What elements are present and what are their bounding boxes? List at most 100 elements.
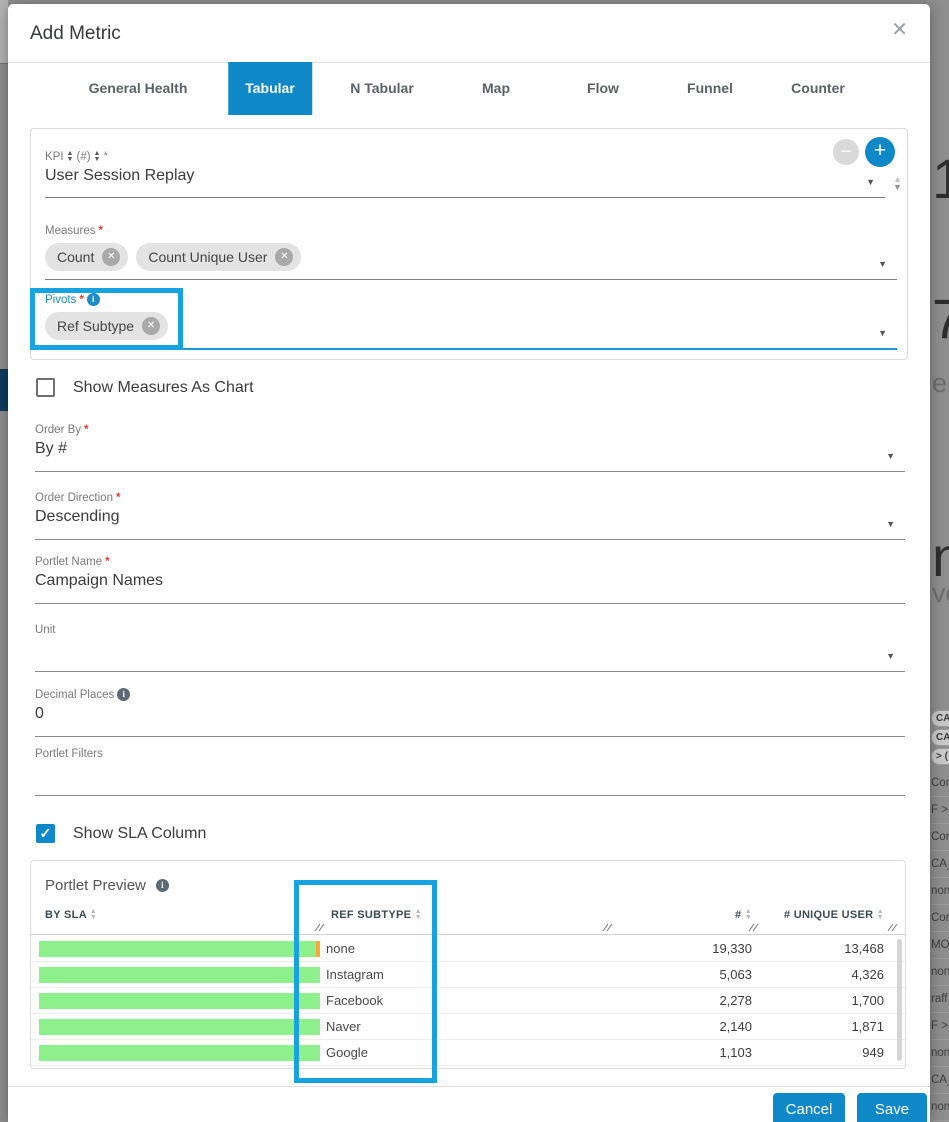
chevron-down-icon[interactable]: ▼ (878, 328, 887, 338)
portlet-filters-input[interactable]: Portlet Filters (35, 748, 905, 796)
sort-updown-icon: ▲▼ (94, 151, 101, 163)
background-list-fragment: none (931, 1094, 949, 1121)
order-by-label: Order By* (35, 424, 905, 436)
background-list-fragment: none (931, 878, 949, 905)
decimal-places-value: 0 (35, 705, 905, 727)
background-list-fragment: F > (931, 797, 949, 824)
count-cell: 1,103 (719, 1045, 752, 1060)
background-header-fragment (0, 0, 8, 64)
tab-general-health[interactable]: General Health (89, 62, 188, 115)
kpi-label: KPI ▲▼ (#) ▲▼ * (45, 151, 885, 163)
order-by-value: By # (35, 440, 905, 462)
portlet-preview-title: Portlet Preview i (45, 877, 169, 894)
chip-label: Count Unique User (148, 249, 267, 265)
background-chip: CA (931, 729, 949, 746)
pivots-highlight-box (30, 288, 183, 350)
portlet-name-value: Campaign Names (35, 572, 905, 594)
count-cell: 2,278 (719, 993, 752, 1008)
show-sla-column-checkbox[interactable]: ✓ Show SLA Column (36, 824, 206, 843)
scrollbar-thumb[interactable] (897, 939, 902, 1061)
tab-n-tabular[interactable]: N Tabular (350, 62, 414, 115)
background-text-fragment: e (932, 368, 947, 399)
count-cell: 19,330 (712, 941, 752, 956)
unit-value (35, 640, 905, 662)
dimmed-background-right: 1 7 e n vo CA CA > ( ConvF >ConvCA_noneC… (930, 0, 949, 1122)
tab-funnel[interactable]: Funnel (687, 62, 733, 115)
sort-desc-icon[interactable]: ▲▼ (745, 909, 752, 921)
column-resize-handle-icon[interactable] (887, 923, 899, 932)
dimmed-background-left (0, 0, 8, 1122)
screen: 1 7 e n vo CA CA > ( ConvF >ConvCA_noneC… (0, 0, 949, 1122)
kpi-reorder-spinner-icon[interactable]: ▲▼ (893, 175, 902, 191)
background-number-fragment: 1 (932, 146, 949, 211)
chevron-down-icon[interactable]: ▼ (886, 651, 895, 661)
column-header-count[interactable]: # ▲▼ (735, 909, 752, 921)
measure-chip[interactable]: Count Unique User ✕ (136, 243, 301, 271)
unique-user-cell: 13,468 (844, 941, 884, 956)
sort-updown-icon: ▲▼ (67, 151, 74, 163)
background-list-fragment: CA_ (931, 851, 949, 878)
count-cell: 5,063 (719, 967, 752, 982)
tab-tabular[interactable]: Tabular (228, 62, 312, 115)
table-row: none 19,330 13,468 (31, 936, 905, 962)
order-direction-value: Descending (35, 508, 905, 530)
checkbox-label: Show Measures As Chart (73, 379, 254, 397)
measure-chip[interactable]: Count ✕ (45, 243, 128, 271)
unique-user-cell: 4,326 (851, 967, 884, 982)
background-list-fragment: F > (931, 1013, 949, 1040)
order-direction-label: Order Direction* (35, 492, 905, 504)
checkbox-label: Show SLA Column (73, 825, 206, 843)
column-header-unique-user[interactable]: # UNIQUE USER ▲▼ (784, 909, 884, 921)
close-icon[interactable]: ✕ (891, 20, 908, 40)
background-chip-fragments: CA CA > ( (931, 710, 949, 767)
remove-chip-icon[interactable]: ✕ (275, 248, 293, 266)
table-row: Google 1,103 949 (31, 1040, 905, 1066)
add-metric-modal: Add Metric ✕ General Health Tabular N Ta… (8, 4, 930, 1122)
chevron-down-icon[interactable]: ▼ (886, 451, 895, 461)
background-sidebar-accent (0, 369, 8, 411)
background-list-fragment: none (931, 1040, 949, 1067)
column-header-by-sla[interactable]: BY SLA ▲▼ (45, 909, 97, 921)
table-row: Instagram 5,063 4,326 (31, 962, 905, 988)
tab-map[interactable]: Map (482, 62, 510, 115)
unique-user-cell: 949 (862, 1045, 884, 1060)
measures-label: Measures* (45, 225, 897, 237)
checkbox-unchecked-icon[interactable] (36, 378, 55, 397)
info-icon[interactable]: i (156, 879, 169, 892)
unit-select[interactable]: Unit ▼ (35, 624, 905, 672)
order-direction-select[interactable]: Order Direction* Descending ▼ (35, 492, 905, 540)
portlet-name-input[interactable]: Portlet Name* Campaign Names (35, 556, 905, 604)
remove-chip-icon[interactable]: ✕ (102, 248, 120, 266)
chevron-down-icon[interactable]: ▼ (886, 519, 895, 529)
modal-title: Add Metric (30, 23, 121, 45)
sla-bar (39, 1045, 320, 1061)
tab-counter[interactable]: Counter (791, 62, 845, 115)
table-row: Facebook 2,278 1,700 (31, 988, 905, 1014)
table-row: Naver 2,140 1,871 (31, 1014, 905, 1040)
sort-icon[interactable]: ▲▼ (877, 909, 884, 921)
measures-select[interactable]: Measures* Count ✕ Count Unique User ✕ ▼ (45, 225, 897, 280)
checkbox-checked-icon[interactable]: ✓ (36, 824, 55, 843)
order-by-select[interactable]: Order By* By # ▼ (35, 424, 905, 472)
chevron-down-icon[interactable]: ▼ (866, 177, 875, 187)
decimal-places-input[interactable]: Decimal Places i 0 (35, 688, 905, 737)
sla-bar (39, 993, 320, 1009)
unique-user-cell: 1,871 (851, 1019, 884, 1034)
portlet-filters-label: Portlet Filters (35, 748, 905, 760)
sort-icon[interactable]: ▲▼ (90, 909, 97, 921)
kpi-value: User Session Replay (45, 167, 885, 189)
chip-label: Count (57, 249, 94, 265)
info-icon[interactable]: i (117, 688, 130, 701)
cancel-button[interactable]: Cancel (773, 1093, 845, 1122)
column-resize-handle-icon[interactable] (602, 923, 614, 932)
kpi-select[interactable]: KPI ▲▼ (#) ▲▼ * User Session Replay ▼ (45, 151, 885, 198)
sla-bar (39, 967, 320, 983)
sla-bar (39, 1019, 320, 1035)
background-list-fragment: Conv (931, 824, 949, 851)
chevron-down-icon[interactable]: ▼ (878, 259, 887, 269)
tab-flow[interactable]: Flow (587, 62, 619, 115)
save-button[interactable]: Save (857, 1093, 927, 1122)
background-chip: CA (931, 710, 949, 727)
show-measures-as-chart-checkbox[interactable]: Show Measures As Chart (36, 378, 254, 397)
column-resize-handle-icon[interactable] (748, 923, 760, 932)
